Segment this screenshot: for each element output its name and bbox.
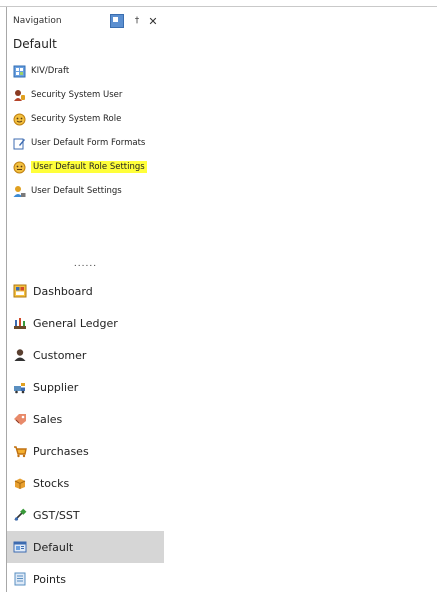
module-label: Dashboard <box>33 284 93 298</box>
nav-item-security-system-user[interactable]: Security System User <box>7 83 164 107</box>
nav-item-user-default-settings[interactable]: User Default Settings <box>7 179 164 203</box>
main-content-area <box>164 7 437 592</box>
restore-icon[interactable] <box>110 14 124 28</box>
customer-icon <box>13 348 27 362</box>
security-role-icon <box>13 113 26 126</box>
points-icon <box>13 572 27 586</box>
supplier-icon <box>13 380 27 394</box>
group-title: Default <box>13 37 57 51</box>
form-format-icon <box>13 137 26 150</box>
module-label: Stocks <box>33 476 70 490</box>
nav-item-user-default-form-formats[interactable]: User Default Form Formats <box>7 131 164 155</box>
module-label: Default <box>33 540 74 554</box>
nav-item-kiv-draft[interactable]: KIV/Draft <box>7 59 164 83</box>
module-label: Supplier <box>33 380 79 394</box>
nav-item-user-default-role-settings[interactable]: User Default Role Settings <box>7 155 164 179</box>
navigation-panel: Navigation † ✕ Default KIV/Draft Securit… <box>6 7 165 592</box>
module-sales[interactable]: Sales <box>7 403 164 435</box>
stocks-icon <box>13 476 27 490</box>
nav-item-label: User Default Settings <box>31 186 122 196</box>
default-icon <box>13 540 27 554</box>
window-top-bar <box>0 0 437 7</box>
module-points[interactable]: Points <box>7 563 164 592</box>
module-label: Sales <box>33 412 63 426</box>
overflow-dots[interactable]: ...... <box>7 259 164 269</box>
user-settings-icon <box>13 185 26 198</box>
pin-icon[interactable]: † <box>130 14 144 28</box>
module-label: Customer <box>33 348 87 362</box>
general-ledger-icon <box>13 316 27 330</box>
purchases-icon <box>13 444 27 458</box>
module-customer[interactable]: Customer <box>7 339 164 371</box>
nav-item-label: User Default Form Formats <box>31 138 146 148</box>
module-stocks[interactable]: Stocks <box>7 467 164 499</box>
panel-header: Navigation † ✕ <box>7 7 164 35</box>
nav-item-security-system-role[interactable]: Security System Role <box>7 107 164 131</box>
module-label: General Ledger <box>33 316 118 330</box>
module-list: Dashboard General Ledger Customer Suppli… <box>7 275 164 592</box>
sales-icon <box>13 412 27 426</box>
nav-list: KIV/Draft Security System User Security … <box>7 59 164 203</box>
module-gst-sst[interactable]: GST/SST <box>7 499 164 531</box>
module-label: GST/SST <box>33 508 80 522</box>
panel-title: Navigation <box>13 16 62 26</box>
kiv-draft-icon <box>13 65 26 78</box>
security-user-icon <box>13 89 26 102</box>
module-supplier[interactable]: Supplier <box>7 371 164 403</box>
module-label: Purchases <box>33 444 89 458</box>
module-label: Points <box>33 572 67 586</box>
nav-item-label: User Default Role Settings <box>31 161 147 173</box>
module-purchases[interactable]: Purchases <box>7 435 164 467</box>
close-icon[interactable]: ✕ <box>146 14 160 28</box>
module-default[interactable]: Default <box>7 531 164 563</box>
nav-item-label: Security System User <box>31 90 123 100</box>
module-general-ledger[interactable]: General Ledger <box>7 307 164 339</box>
role-settings-icon <box>13 161 26 174</box>
module-dashboard[interactable]: Dashboard <box>7 275 164 307</box>
nav-item-label: KIV/Draft <box>31 66 70 76</box>
dashboard-icon <box>13 284 27 298</box>
nav-item-label: Security System Role <box>31 114 122 124</box>
gst-sst-icon <box>13 508 27 522</box>
